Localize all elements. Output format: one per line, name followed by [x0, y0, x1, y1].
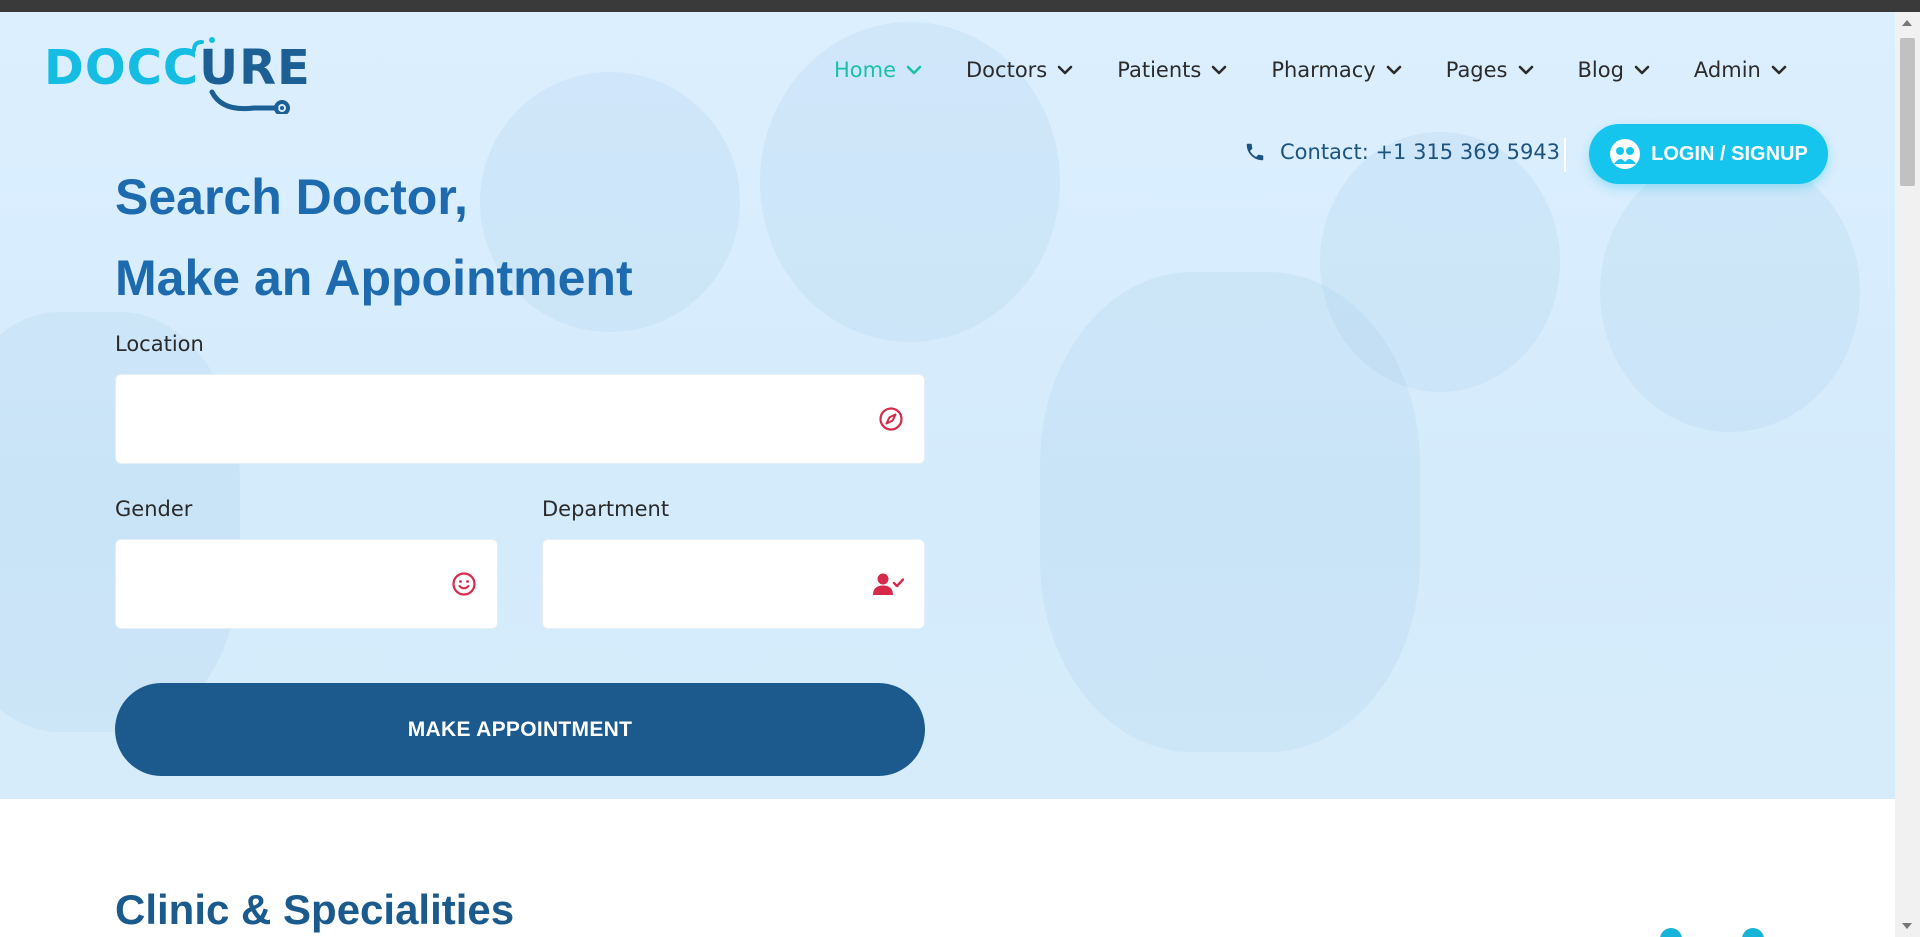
nav-item-patients[interactable]: Patients: [1117, 58, 1227, 82]
department-input[interactable]: [543, 540, 924, 628]
phone-icon: [1246, 143, 1264, 161]
nav-item-home[interactable]: Home: [834, 58, 922, 82]
chevron-down-icon: [1386, 65, 1402, 75]
nav-item-label: Pharmacy: [1271, 58, 1376, 82]
location-label: Location: [115, 332, 204, 356]
nav-item-admin[interactable]: Admin: [1694, 58, 1787, 82]
decorative-dot: [1742, 928, 1764, 937]
user-check-icon: [872, 571, 904, 597]
background-figure: [1600, 152, 1860, 432]
nav-item-label: Blog: [1577, 58, 1624, 82]
gender-input[interactable]: [116, 540, 497, 628]
chevron-down-icon: [906, 65, 922, 75]
nav-item-blog[interactable]: Blog: [1578, 58, 1650, 82]
nav-item-label: Home: [834, 58, 897, 82]
user-circle-icon: [1610, 139, 1641, 169]
scroll-up-arrow-icon[interactable]: [1902, 20, 1912, 26]
location-field[interactable]: [115, 374, 925, 464]
scrollbar-thumb[interactable]: [1900, 38, 1915, 186]
compass-icon: [878, 406, 904, 432]
nav-item-pharmacy[interactable]: Pharmacy: [1271, 58, 1402, 82]
department-label: Department: [542, 497, 670, 521]
hero-headline-line2: Make an Appointment: [115, 250, 633, 306]
department-field[interactable]: [542, 539, 925, 629]
background-figure: [1040, 272, 1420, 752]
chevron-down-icon: [1771, 65, 1787, 75]
nav-item-label: Admin: [1693, 58, 1761, 82]
chevron-down-icon: [1057, 65, 1073, 75]
decorative-dot: [1660, 928, 1682, 937]
nav-item-label: Patients: [1117, 58, 1202, 82]
header-divider: [1564, 138, 1566, 172]
login-signup-label: LOGIN / SIGNUP: [1651, 142, 1808, 165]
location-input[interactable]: [116, 375, 924, 463]
chevron-down-icon: [1212, 65, 1227, 75]
contact-info: Contact: +1 315 369 5943: [1244, 140, 1560, 164]
nav-item-pages[interactable]: Pages: [1446, 58, 1534, 82]
smile-icon: [451, 571, 477, 597]
section-title: Clinic & Specialities: [115, 886, 515, 933]
stethoscope-icon: [192, 37, 290, 114]
make-appointment-button[interactable]: MAKE APPOINTMENT: [115, 683, 925, 776]
gender-label: Gender: [115, 497, 193, 521]
contact-phone-text[interactable]: Contact: +1 315 369 5943: [1280, 140, 1560, 164]
chevron-down-icon: [1634, 65, 1650, 75]
browser-top-strip: [0, 0, 1920, 12]
nav-item-label: Pages: [1445, 58, 1508, 82]
doccure-logo[interactable]: DOCCURE: [44, 34, 310, 114]
login-signup-button[interactable]: LOGIN / SIGNUP: [1589, 124, 1828, 184]
nav-item-label: Doctors: [966, 58, 1048, 82]
scroll-down-arrow-icon[interactable]: [1902, 923, 1912, 929]
main-navigation: Home Doctors Patients Pharmacy Pages Blo…: [834, 58, 1787, 82]
page-scrollbar[interactable]: [1895, 12, 1920, 937]
hero-headline-line1: Search Doctor,: [115, 169, 468, 225]
gender-field[interactable]: [115, 539, 498, 629]
nav-item-doctors[interactable]: Doctors: [966, 58, 1073, 82]
chevron-down-icon: [1518, 65, 1533, 75]
